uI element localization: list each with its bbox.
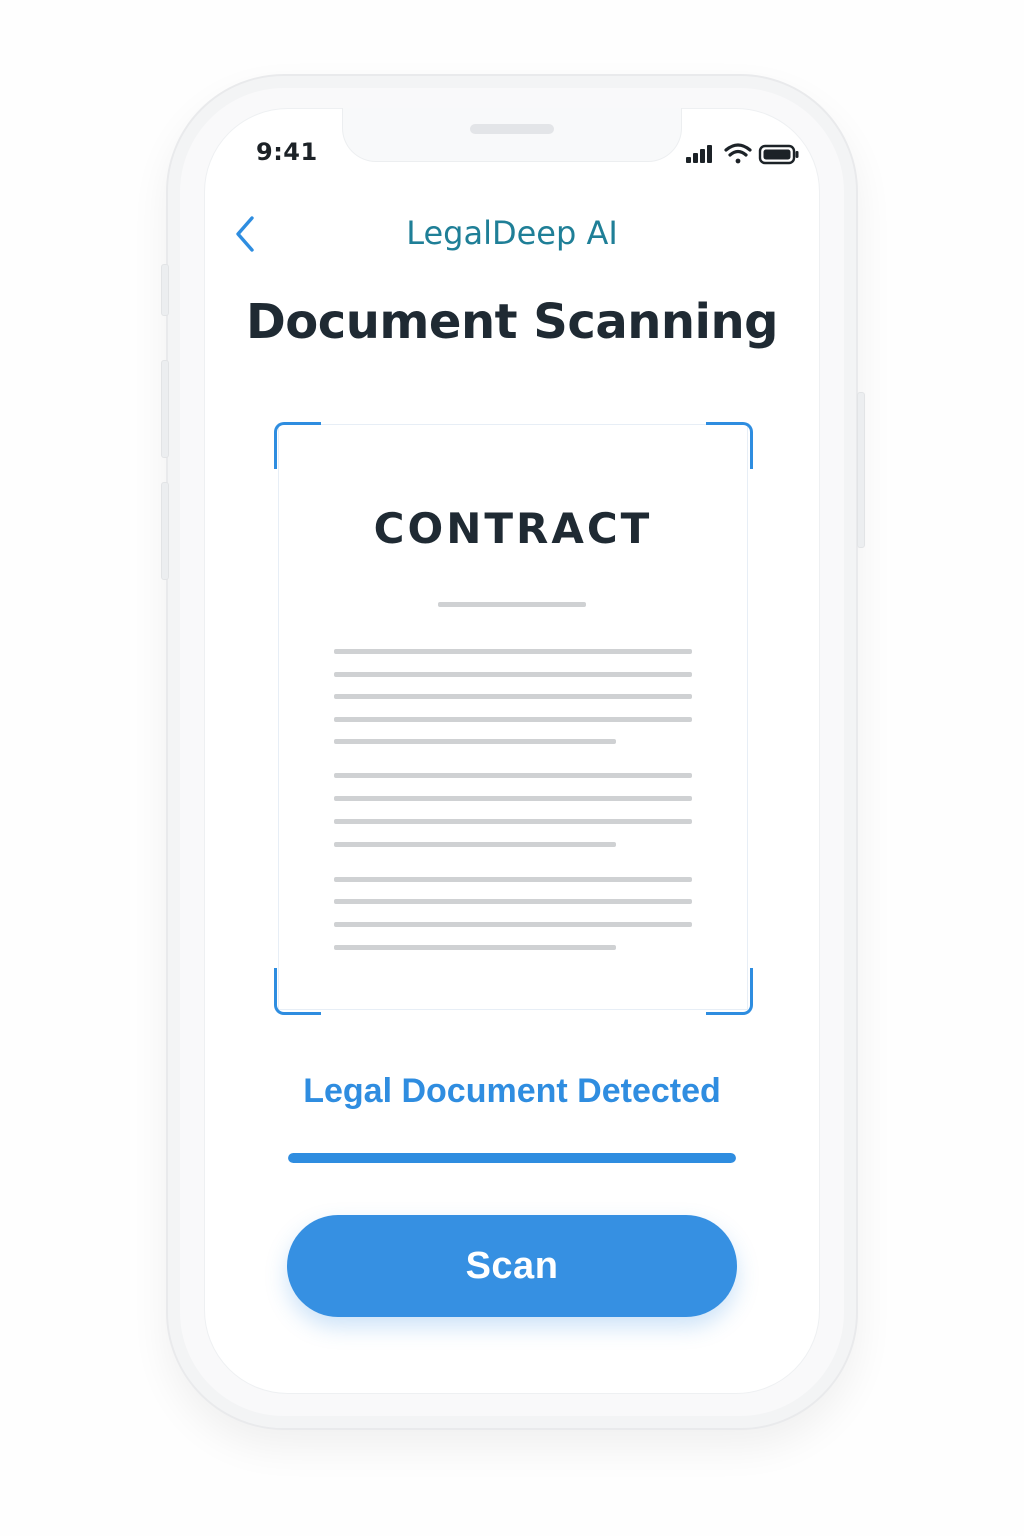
document-text-line (334, 739, 616, 744)
document-text-line (334, 649, 692, 654)
cellular-signal-icon (686, 145, 712, 163)
scan-frame-corner-bottom-right (706, 968, 753, 1015)
document-text-line (334, 842, 616, 847)
document-text-line (334, 877, 692, 882)
chevron-left-icon (236, 216, 254, 252)
power-button (857, 392, 865, 548)
app-title: LegalDeep AI (406, 214, 618, 252)
document-text-line (334, 694, 692, 699)
document-text-line (334, 945, 616, 950)
detection-status-text: Legal Document Detected (303, 1072, 721, 1110)
page-title: Document Scanning (245, 294, 779, 350)
scan-frame-corner-top-right (706, 422, 753, 469)
status-icons (684, 140, 800, 168)
wifi-icon (724, 143, 752, 164)
notch (342, 108, 682, 162)
back-button[interactable] (226, 212, 266, 256)
scan-button[interactable]: Scan (287, 1215, 737, 1317)
scan-progress-bar (288, 1153, 736, 1163)
document-heading-rule (438, 602, 586, 607)
volume-down-button (161, 482, 169, 580)
document-text-line (334, 717, 692, 722)
speaker-grille (470, 124, 554, 134)
scan-frame-corner-top-left (274, 422, 321, 469)
volume-up-button (161, 360, 169, 458)
page: 9:41 LegalDeep AI Document Scanning CONT… (0, 0, 1024, 1536)
scan-progress-fill (288, 1153, 736, 1163)
battery-icon (758, 144, 799, 165)
document-text-line (334, 922, 692, 927)
document-text-line (334, 899, 692, 904)
document-text-line (334, 819, 692, 824)
scan-frame-corner-bottom-left (274, 968, 321, 1015)
document-text-line (334, 796, 692, 801)
silent-switch (161, 264, 169, 316)
status-time: 9:41 (256, 138, 318, 166)
document-heading: CONTRACT (373, 504, 653, 553)
document-text-line (334, 672, 692, 677)
document-text-line (334, 773, 692, 778)
